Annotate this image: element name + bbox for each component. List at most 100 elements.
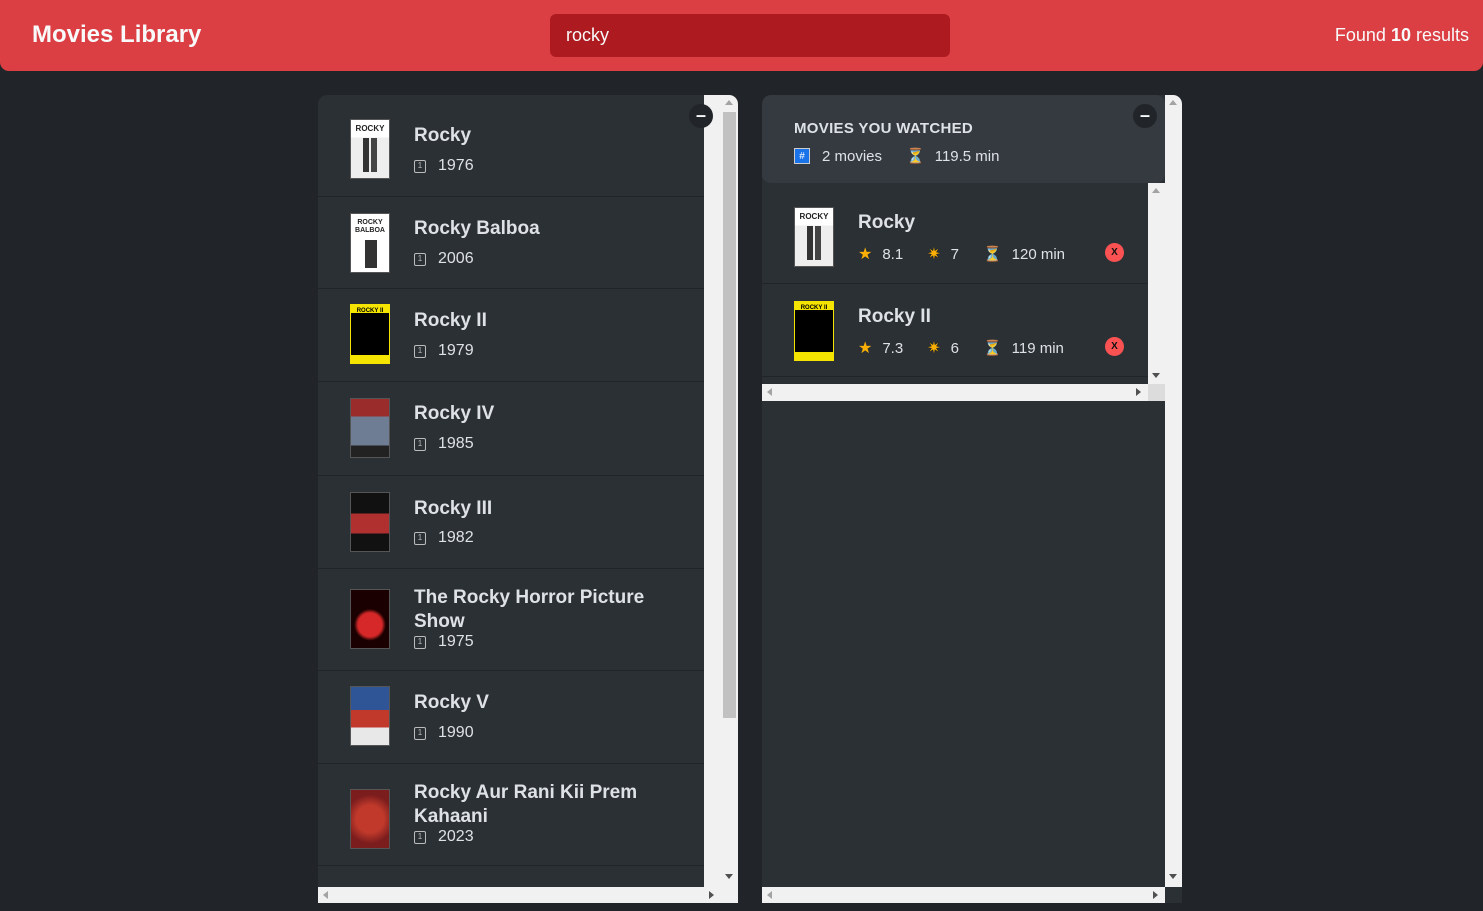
imdb-rating: ★ 8.1: [858, 245, 904, 264]
scroll-right-arrow[interactable]: [1153, 891, 1158, 899]
movie-poster: [350, 589, 390, 649]
watched-movie-stats: ★ 8.1 ✷ 7 ⏳ 120 min: [858, 244, 1089, 264]
watched-movie-item: ROCKY Rocky ★ 8.1 ✷ 7 ⏳ 120 min X: [762, 183, 1148, 284]
svg-text:ROCKY: ROCKY: [800, 212, 830, 221]
runtime: ⏳ 119 min: [982, 339, 1064, 358]
movie-year: 1 1975: [414, 633, 474, 651]
imdb-rating: ★ 7.3: [858, 339, 904, 358]
watched-movie-stats: ★ 7.3 ✷ 6 ⏳ 119 min: [858, 338, 1088, 358]
scroll-down-arrow[interactable]: [1152, 373, 1160, 378]
movie-poster: ROCKY BALBOA: [350, 213, 390, 273]
vertical-scrollbar[interactable]: [704, 95, 738, 887]
user-rating: ✷ 7: [927, 245, 959, 264]
watched-movie-title: Rocky: [858, 212, 916, 233]
runtime: ⏳ 120 min: [982, 245, 1066, 264]
search-input[interactable]: [550, 14, 950, 57]
movie-title: Rocky III: [414, 498, 493, 519]
movie-poster: ROCKY II: [350, 304, 390, 364]
scroll-down-arrow[interactable]: [1169, 874, 1177, 879]
movie-year: 1 1982: [414, 529, 474, 547]
movie-poster: ROCKY: [794, 207, 834, 267]
movie-item[interactable]: Rocky Aur Rani Kii Prem Kahaani 1 2023: [318, 764, 704, 866]
app-logo: Movies Library: [32, 21, 202, 48]
movie-title: The Rocky Horror Picture Show: [414, 587, 645, 632]
movie-poster: [350, 789, 390, 849]
movie-title: Rocky Aur Rani Kii Prem Kahaani: [414, 782, 638, 827]
runtime-stat: ⏳ 119.5 min: [906, 147, 1000, 166]
movie-poster: [350, 492, 390, 552]
movie-poster: ROCKY: [350, 119, 390, 179]
watched-box: MOVIES YOU WATCHED # 2 movies ⏳ 119.5 mi…: [762, 95, 1182, 903]
watched-movie-item: ROCKY II Rocky II ★ 7.3 ✷ 6 ⏳ 119 min X: [762, 284, 1148, 377]
results-box: – ROCKY Rocky 1 1976 ROCKY BALBOA Rocky Ba…: [318, 95, 738, 903]
results-count: Found 10 results: [1334, 25, 1469, 45]
navbar: Movies Library Found 10 results: [0, 0, 1483, 71]
hourglass-icon: ⏳: [982, 340, 1002, 357]
user-rating: ✷ 6: [927, 339, 959, 358]
horizontal-scrollbar[interactable]: [762, 887, 1165, 903]
movie-item[interactable]: Rocky IV 1 1985: [318, 382, 704, 476]
calendar-icon: 1: [414, 437, 426, 451]
movie-poster: [350, 686, 390, 746]
scrollbar-corner: [1148, 384, 1165, 401]
watched-horizontal-scrollbar[interactable]: [762, 384, 1148, 401]
movie-title: Rocky II: [414, 310, 487, 331]
movie-item[interactable]: ROCKY Rocky 1 1976: [318, 95, 704, 197]
movie-poster: [350, 398, 390, 458]
watched-summary: MOVIES YOU WATCHED # 2 movies ⏳ 119.5 mi…: [762, 95, 1165, 183]
poster-image: ROCKYBALBOA: [355, 219, 385, 268]
scroll-up-arrow[interactable]: [725, 100, 733, 105]
scroll-left-arrow[interactable]: [767, 388, 772, 396]
horizontal-scrollbar[interactable]: [318, 887, 738, 903]
poster-image: ROCKY: [800, 212, 830, 260]
movie-year: 1 1979: [414, 342, 474, 360]
glowing-star-icon: ✷: [927, 340, 941, 357]
movie-title: Rocky: [414, 125, 472, 146]
summary-title: MOVIES YOU WATCHED: [794, 120, 974, 137]
movie-item[interactable]: The Rocky Horror Picture Show 1 1975: [318, 569, 704, 671]
hash-icon: #: [794, 148, 810, 164]
calendar-icon: 1: [414, 635, 426, 649]
calendar-icon: 1: [414, 531, 426, 545]
movie-item[interactable]: ROCKY BALBOA Rocky Balboa 1 2006: [318, 197, 704, 289]
num-movies-stat: # 2 movies: [794, 148, 882, 165]
movie-item[interactable]: ROCKY II Rocky II 1 1979: [318, 289, 704, 382]
poster-image: ROCKY: [356, 124, 386, 172]
movie-year: 1 1985: [414, 435, 474, 453]
movie-title: Rocky V: [414, 692, 489, 713]
calendar-icon: 1: [414, 159, 426, 173]
movie-item[interactable]: Rocky V 1 1990: [318, 671, 704, 764]
movie-item[interactable]: Rocky III 1 1982: [318, 476, 704, 569]
star-icon: ★: [858, 340, 873, 357]
scroll-up-arrow[interactable]: [1152, 188, 1160, 193]
poster-image: ROCKY II: [795, 302, 833, 360]
scrollbar-thumb[interactable]: [723, 112, 736, 718]
vertical-scrollbar[interactable]: [1165, 95, 1182, 887]
movie-year: 1 2023: [414, 828, 474, 846]
summary-stats: # 2 movies ⏳ 119.5 min: [794, 147, 1133, 165]
toggle-results-button[interactable]: –: [689, 104, 713, 128]
svg-text:ROCKY: ROCKY: [357, 219, 383, 226]
svg-text:ROCKY: ROCKY: [356, 124, 386, 133]
scroll-down-arrow[interactable]: [725, 874, 733, 879]
results-number: 10: [1390, 25, 1411, 45]
delete-button[interactable]: X: [1105, 337, 1124, 356]
watched-vertical-scrollbar[interactable]: [1148, 183, 1165, 384]
calendar-icon: 1: [414, 726, 426, 740]
scroll-right-arrow[interactable]: [709, 891, 714, 899]
movie-poster: ROCKY II: [794, 301, 834, 361]
scroll-up-arrow[interactable]: [1169, 100, 1177, 105]
svg-text:ROCKY II: ROCKY II: [357, 308, 384, 314]
movie-year: 1 1990: [414, 724, 474, 742]
movie-title: Rocky IV: [414, 403, 495, 424]
delete-button[interactable]: X: [1105, 243, 1124, 262]
scroll-left-arrow[interactable]: [767, 891, 772, 899]
hourglass-icon: ⏳: [982, 246, 1002, 263]
calendar-icon: 1: [414, 344, 426, 358]
scroll-left-arrow[interactable]: [323, 891, 328, 899]
calendar-icon: 1: [414, 252, 426, 266]
watched-movie-title: Rocky II: [858, 306, 931, 327]
toggle-watched-button[interactable]: –: [1133, 104, 1157, 128]
movie-year: 1 2006: [414, 250, 474, 268]
scroll-right-arrow[interactable]: [1136, 388, 1141, 396]
